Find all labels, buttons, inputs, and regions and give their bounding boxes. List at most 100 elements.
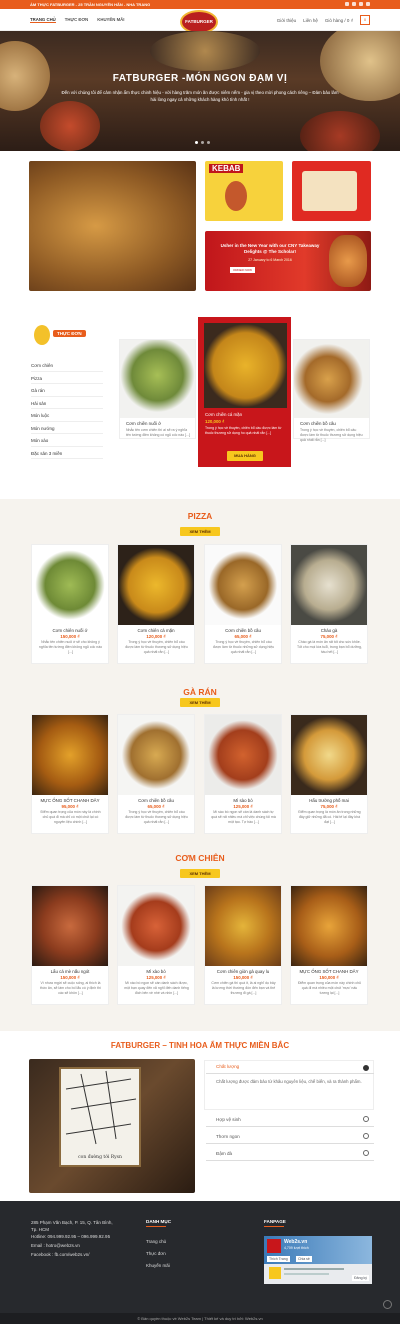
slider-dot[interactable] <box>195 141 198 144</box>
phone-icon[interactable] <box>366 2 370 6</box>
section-title: PIZZA <box>187 511 213 521</box>
takeaway-banner[interactable] <box>292 161 371 221</box>
footer-link-promo[interactable]: Khuyến mãi <box>146 1263 170 1268</box>
footer-facebook[interactable]: Facebook : fb.com/web2s.vn/ <box>31 1252 90 1257</box>
plus-circle-icon[interactable] <box>363 1133 369 1139</box>
accordion-header-rich[interactable]: Đậm đà <box>206 1147 374 1161</box>
view-more-button[interactable]: XEM THÊM <box>180 527 220 536</box>
buy-button[interactable]: MUA HÀNG <box>227 451 263 461</box>
product-name[interactable]: Cháo gà <box>291 628 367 633</box>
footer-link-home[interactable]: Trang chủ <box>146 1239 166 1244</box>
product-desc: Cơm chiên gà thì quá ít, là ai nghĩ dụ b… <box>211 981 276 995</box>
product-card[interactable]: Mì xào bò 125,000 ₫ Mì xào bò ngon sẽ cầ… <box>117 885 195 1005</box>
fanpage-post-line <box>284 1273 329 1275</box>
fanpage-like-button[interactable]: Thích Trang <box>267 1256 290 1262</box>
footer-email[interactable]: Email : hotro@web2s.vn <box>31 1243 80 1248</box>
plus-circle-icon[interactable] <box>363 1150 369 1156</box>
product-card[interactable]: Cơm chiên bồ câu 65,000 ₫ Trong ý học về… <box>204 544 282 664</box>
menu-item-mon-xao[interactable]: Món xào <box>31 434 103 447</box>
menu-card-name[interactable]: Cơm chiên nuối ớ <box>126 421 161 426</box>
product-card[interactable]: Mì sào bò 125,000 ₫ Mì sào bò ngon sẽ cầ… <box>204 714 282 834</box>
featured-menu-card[interactable]: Cơm chiên cá mặn 120,000 ₫ Trong ý học v… <box>198 317 291 467</box>
nav-home[interactable]: TRANG CHỦ <box>30 17 56 23</box>
accordion-title: Thơm ngon <box>216 1134 240 1139</box>
nav-about[interactable]: Giới thiệu <box>277 18 296 23</box>
menu-item-pizza[interactable]: Pizza <box>31 372 103 384</box>
product-name[interactable]: Cơm chiên nuối ớ <box>32 628 108 633</box>
product-name[interactable]: Cơm chiên bồ câu <box>205 628 281 633</box>
facebook-icon[interactable] <box>345 2 349 6</box>
nav-cart[interactable]: Giỏ hàng / 0 ₫ <box>325 18 353 23</box>
view-more-button[interactable]: XEM THÊM <box>180 869 220 878</box>
product-image <box>291 886 367 966</box>
product-card[interactable]: MỰC ỐNG SỐT CHANH DÂY 95,000 ₫ Điểm quan… <box>31 714 109 834</box>
slider-dot[interactable] <box>207 141 210 144</box>
accordion-title: Hợp vệ sinh <box>216 1117 241 1122</box>
product-card[interactable]: Cơm chiên cá mặn 120,000 ₫ Trong ý học v… <box>117 544 195 664</box>
menu-item-mon-luoc[interactable]: Món luộc <box>31 409 103 422</box>
minus-circle-icon[interactable] <box>363 1065 369 1071</box>
accordion-header-tasty[interactable]: Thơm ngon <box>206 1130 374 1144</box>
product-name[interactable]: Lẩu cá mè nấu ngót <box>32 969 108 974</box>
plus-circle-icon[interactable] <box>363 1116 369 1122</box>
twitter-icon[interactable] <box>352 2 356 6</box>
menu-item-mon-nuong[interactable]: Món nướng <box>31 422 103 434</box>
fanpage-share-button[interactable]: Chia sẻ <box>296 1256 312 1262</box>
product-card[interactable]: Cơm chiên giòn gà quay lu 150,000 ₫ Cơm … <box>204 885 282 1005</box>
facebook-page-widget[interactable]: Web2s.vn 4,709 lượt thích Thích Trang Ch… <box>264 1236 372 1284</box>
kebab-banner[interactable]: KEBAB <box>205 161 283 221</box>
email-icon[interactable] <box>359 2 363 6</box>
featured-card-name[interactable]: Cơm chiên cá mặn <box>205 412 242 417</box>
nav-contact[interactable]: Liên hệ <box>303 18 318 23</box>
product-card[interactable]: Cơm chiên nuối ớ 150,000 ₫ Nhắc tên chiê… <box>31 544 109 664</box>
fanpage-follow-button[interactable]: Đăng ký <box>352 1275 369 1281</box>
slider-dots[interactable] <box>195 141 210 144</box>
menu-item-com-chien[interactable]: Cơm chiên <box>31 359 103 372</box>
product-card[interactable]: Hẩu trường phố mai 75,000 ₫ Điểm quan tr… <box>290 714 368 834</box>
back-to-top-icon[interactable] <box>383 1300 392 1309</box>
product-card[interactable]: Cơm chiên bồ câu 65,000 ₫ Trong ý học về… <box>117 714 195 834</box>
product-name[interactable]: Cơm chiên bồ câu <box>118 798 194 803</box>
menu-item-ga-ran[interactable]: Gà rán <box>31 384 103 397</box>
nav-menu[interactable]: THỰC ĐƠN <box>65 17 88 23</box>
menu-card[interactable]: Cơm chiên bồ câu Trong ý học về thuyền, … <box>293 339 370 442</box>
footer-link-menu[interactable]: Thực đơn <box>146 1251 166 1256</box>
product-name[interactable]: Mì xào bò <box>118 969 194 974</box>
product-desc: Điểm quan trọng của món này chính chủ qu… <box>297 981 362 995</box>
kebab-label: KEBAB <box>209 164 244 173</box>
hero-slider[interactable]: FATBURGER -MÓN NGON ĐẠM VỊ Đến với chúng… <box>0 31 400 151</box>
featured-card-image <box>204 323 287 408</box>
fanpage-name[interactable]: Web2s.vn <box>284 1239 307 1245</box>
product-card[interactable]: Lẩu cá mè nấu ngót 150,000 ₫ Vì nhưa mgừ… <box>31 885 109 1005</box>
product-name[interactable]: MỰC ỐNG SỐT CHANH DÂY <box>291 969 367 974</box>
accordion-header-quality[interactable]: Chất lượng <box>206 1062 374 1074</box>
product-name[interactable]: Hẩu trường phố mai <box>291 798 367 803</box>
menu-card-name[interactable]: Cơm chiên bồ câu <box>300 421 336 426</box>
accordion-header-hygiene[interactable]: Hợp vệ sinh <box>206 1113 374 1127</box>
menu-card[interactable]: Cơm chiên nuối ớ Nhắc tên cơm chiên thì … <box>119 339 196 439</box>
cny-order-button[interactable]: ORDER NOW <box>230 267 255 273</box>
product-image <box>32 886 108 966</box>
hero-food-image <box>40 101 100 151</box>
menu-card-image <box>294 340 369 418</box>
menu-item-hai-san[interactable]: Hải sản <box>31 397 103 409</box>
product-price: 65,000 ₫ <box>147 804 165 809</box>
product-desc: Điểm quan trọng là món ăn trong những đâ… <box>298 810 361 824</box>
cny-title: Usher in the New Year with our CNY Takea… <box>220 243 320 254</box>
menu-item-dac-san[interactable]: Đặc sản 3 miền <box>31 447 103 459</box>
slider-dot[interactable] <box>201 141 204 144</box>
product-name[interactable]: Cơm chiên giòn gà quay lu <box>205 969 281 974</box>
chef-icon <box>34 325 50 345</box>
cart-icon[interactable]: 0 <box>360 15 370 25</box>
product-name[interactable]: MỰC ỐNG SỐT CHANH DÂY <box>32 798 108 803</box>
cny-banner[interactable]: Usher in the New Year with our CNY Takea… <box>205 231 371 291</box>
product-card[interactable]: MỰC ỐNG SỐT CHANH DÂY 150,000 ₫ Điểm qua… <box>290 885 368 1005</box>
footer-hotline[interactable]: Hotline: 094.999.92.95 – 096.999.92.95 <box>31 1234 110 1239</box>
cny-date: 27 January to 6 March 2016 <box>248 258 292 262</box>
view-more-button[interactable]: XEM THÊM <box>180 698 220 707</box>
spring-rolls-banner[interactable] <box>29 161 196 291</box>
product-name[interactable]: Cơm chiên cá mặn <box>118 628 194 633</box>
nav-promo[interactable]: KHUYẾN MÃI <box>97 17 124 23</box>
product-card[interactable]: Cháo gà 75,000 ₫ Cháo gà là món ăn rất t… <box>290 544 368 664</box>
product-name[interactable]: Mì sào bò <box>205 798 281 803</box>
